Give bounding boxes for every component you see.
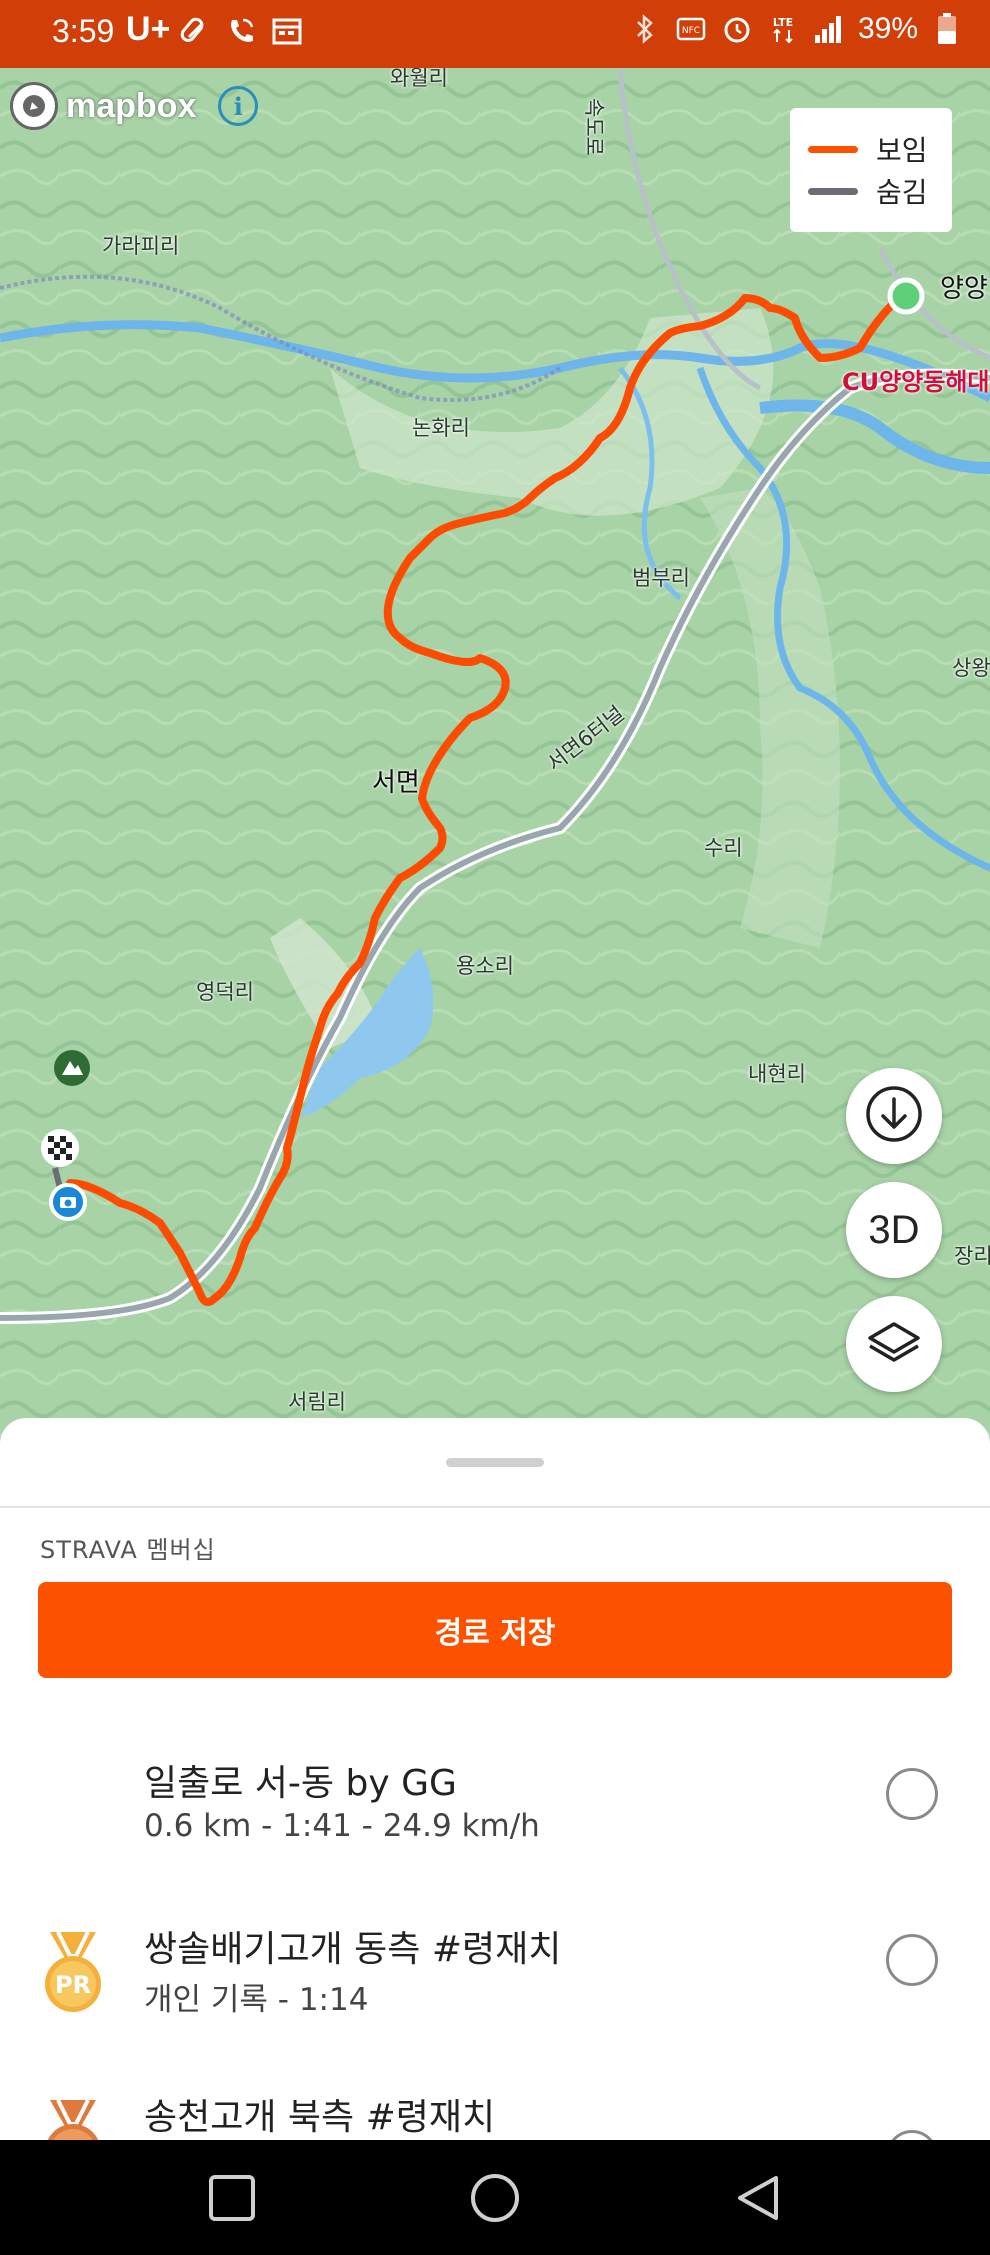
- place-label: 양양: [940, 274, 988, 304]
- place-label: 내현리: [748, 1062, 806, 1086]
- layers-icon: [864, 1312, 924, 1376]
- place-label: 와월리: [390, 68, 448, 90]
- legend-label: 보임: [876, 134, 928, 167]
- alarm-icon: [720, 12, 754, 46]
- segment-row[interactable]: 송천고개 북측 #령재치: [0, 2088, 990, 2140]
- place-label: 가라피리: [102, 234, 180, 258]
- download-icon: [864, 1084, 924, 1148]
- bottom-sheet: STRAVA 멤버십 경로 저장 일출로 서-동 by GG 0.6 km - …: [0, 1418, 990, 2140]
- legend-swatch-visible: [808, 145, 858, 153]
- back-button[interactable]: [726, 2166, 790, 2230]
- map-terrain: [0, 68, 990, 1458]
- legend-hidden: 숨김: [808, 170, 934, 212]
- place-label: 수리: [704, 836, 743, 860]
- info-icon[interactable]: i: [218, 86, 259, 126]
- segment-visibility-radio[interactable]: [886, 1934, 938, 1986]
- calendar-icon: [270, 14, 304, 48]
- sheet-drag-handle[interactable]: [446, 1458, 544, 1467]
- place-label: 속도로: [582, 98, 606, 156]
- place-label: 서림리: [288, 1390, 346, 1414]
- system-nav-bar: [0, 2140, 990, 2255]
- poi-label: CU양양동해대: [842, 368, 990, 396]
- save-route-button[interactable]: 경로 저장: [38, 1582, 952, 1678]
- home-button[interactable]: [463, 2166, 527, 2230]
- mapbox-attribution[interactable]: mapbox i: [10, 82, 259, 130]
- bronze-medal-icon: [47, 2099, 99, 2140]
- place-label: 범부리: [632, 566, 690, 590]
- 3d-label: 3D: [868, 1207, 920, 1252]
- segment-stats: 0.6 km - 1:41 - 24.9 km/h: [144, 1808, 540, 1844]
- svg-text:LTE: LTE: [773, 16, 793, 29]
- segment-title: 쌍솔배기고개 동측 #령재치: [144, 1929, 562, 1970]
- download-map-button[interactable]: [846, 1068, 942, 1164]
- legend-label: 숨김: [876, 176, 928, 209]
- wifi-call-icon: [224, 14, 258, 48]
- status-time: 3:59: [52, 13, 115, 49]
- divider: [0, 1506, 990, 1508]
- pr-medal-icon: PR: [45, 1931, 101, 2012]
- segment-title: 일출로 서-동 by GG: [144, 1763, 457, 1804]
- segment-row[interactable]: 일출로 서-동 by GG 0.6 km - 1:41 - 24.9 km/h: [0, 1754, 990, 1914]
- status-bar: 3:59 U+ NFC LTE 39%: [0, 0, 990, 68]
- segment-visibility-radio[interactable]: [886, 1768, 938, 1820]
- recent-apps-button[interactable]: [200, 2166, 264, 2230]
- nfc-icon: NFC: [674, 12, 708, 46]
- mapbox-wordmark: mapbox: [66, 86, 197, 125]
- battery-icon: [930, 12, 964, 46]
- route-legend: 보임 숨김: [790, 108, 952, 232]
- legend-visible: 보임: [808, 128, 934, 170]
- svg-text:PR: PR: [55, 1971, 91, 1999]
- lte-icon: LTE: [766, 12, 800, 46]
- carrier-label: U+: [126, 10, 171, 48]
- segment-stats: 개인 기록 - 1:14: [144, 1982, 369, 2018]
- legend-swatch-hidden: [808, 187, 858, 195]
- finish-flag-icon: [41, 1129, 79, 1167]
- segment-visibility-radio[interactable]: [886, 2130, 938, 2140]
- recent-apps-icon: [209, 2175, 255, 2221]
- map-layers-button[interactable]: [846, 1296, 942, 1392]
- svg-text:NFC: NFC: [682, 26, 700, 36]
- mapbox-logo-icon: [10, 82, 58, 130]
- place-label: 서면: [372, 768, 420, 798]
- 3d-toggle-button[interactable]: 3D: [846, 1182, 942, 1278]
- place-label: 장리: [954, 1244, 990, 1268]
- home-icon: [471, 2174, 519, 2222]
- battery-percent: 39%: [857, 12, 918, 45]
- route-map[interactable]: 와월리 속도로 가라피리 양양 CU양양동해대 논화리 범부리 상왕 서면6터널…: [0, 68, 990, 1458]
- place-label: 영덕리: [196, 980, 254, 1004]
- back-icon: [738, 2176, 778, 2220]
- place-label: 논화리: [412, 416, 470, 440]
- segment-title: 송천고개 북측 #령재치: [144, 2097, 496, 2138]
- membership-label: STRAVA 멤버십: [40, 1536, 216, 1564]
- bluetooth-icon: [628, 12, 662, 46]
- signal-icon: [812, 12, 846, 46]
- segment-row[interactable]: PR 쌍솔배기고개 동측 #령재치 개인 기록 - 1:14: [0, 1920, 990, 2080]
- pill-icon: [178, 14, 212, 48]
- place-label: 용소리: [456, 954, 514, 978]
- place-label: 상왕: [952, 656, 990, 680]
